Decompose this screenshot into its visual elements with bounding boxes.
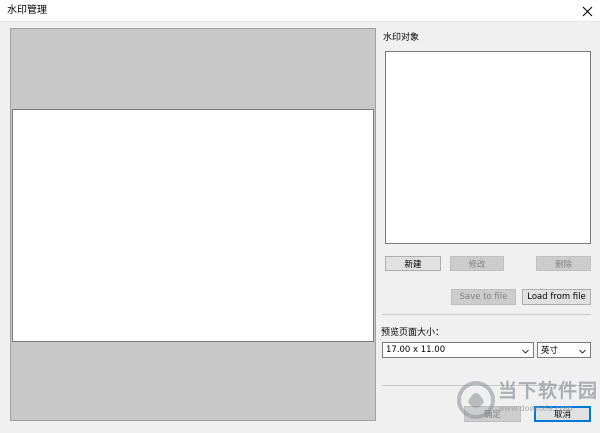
new-button[interactable]: 新建 xyxy=(385,256,441,271)
close-icon xyxy=(582,6,592,16)
chevron-down-icon xyxy=(522,349,529,354)
watermark-brand: 当下软件园 xyxy=(498,380,599,402)
delete-button[interactable]: 删除 xyxy=(536,256,591,271)
objects-label: 水印对象 xyxy=(383,33,420,43)
window-title: 水印管理 xyxy=(7,5,47,16)
watermark-url: www.downxia.com xyxy=(498,404,573,413)
page-size-value: 17.00 x 11.00 xyxy=(386,345,446,355)
title-bar xyxy=(0,0,600,22)
preview-size-label: 预览页面大小： xyxy=(381,328,445,338)
unit-select[interactable]: 英寸 xyxy=(537,342,591,358)
save-to-file-button[interactable]: Save to file xyxy=(451,289,516,305)
unit-value: 英寸 xyxy=(541,346,559,356)
preview-page xyxy=(12,109,374,342)
modify-button[interactable]: 修改 xyxy=(450,256,504,271)
watermark-objects-list[interactable] xyxy=(385,51,591,244)
close-button[interactable] xyxy=(574,0,600,22)
page-size-select[interactable]: 17.00 x 11.00 xyxy=(382,342,534,358)
chevron-down-icon xyxy=(579,349,586,354)
load-from-file-button[interactable]: Load from file xyxy=(522,289,591,305)
downxia-logo-icon xyxy=(457,381,495,419)
separator-top xyxy=(382,314,591,315)
